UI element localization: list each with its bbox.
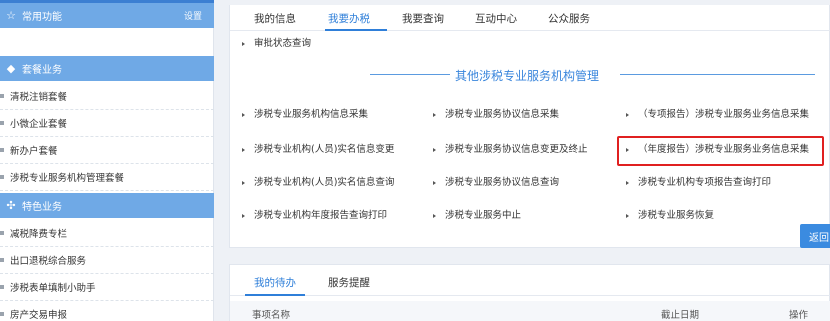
star-outline-icon: ☆ (6, 9, 16, 22)
table-header: 事项名称 截止日期 操作 (230, 301, 830, 321)
sidebar-item-package[interactable]: 新办户套餐 (0, 137, 214, 164)
service-link[interactable]: 涉税专业服务中止 (433, 207, 521, 221)
sidebar-item-package[interactable]: 小微企业套餐 (0, 110, 214, 137)
service-link[interactable]: 涉税专业服务机构信息采集 (242, 106, 368, 120)
section-divider-left (370, 74, 450, 75)
sidebar-item-package[interactable]: 清税注销套餐 (0, 83, 214, 110)
sidebar-item-special[interactable]: 出口退税综合服务 (0, 247, 214, 274)
column-header-deadline: 截止日期 (661, 310, 700, 321)
sidebar-item-special[interactable]: 减税降费专栏 (0, 220, 214, 247)
sidebar-header-title: 特色业务 (22, 202, 62, 213)
service-link[interactable]: 涉税专业机构(人员)实名信息查询 (242, 174, 394, 188)
column-header-action: 操作 (789, 310, 809, 321)
service-link[interactable]: 涉税专业机构(人员)实名信息变更 (242, 141, 394, 155)
bullet-icon (0, 148, 4, 152)
service-link[interactable]: 涉税专业服务协议信息变更及终止 (433, 141, 588, 155)
sidebar-header-special[interactable]: ✣ 特色业务 (0, 193, 214, 218)
sidebar-item-label: 涉税表单填制小助手 (10, 283, 96, 294)
active-tab-indicator (245, 294, 305, 296)
service-link[interactable]: （专项报告）涉税专业服务业务信息采集 (626, 106, 809, 120)
bullet-icon (0, 175, 4, 179)
service-link[interactable]: 涉税专业服务恢复 (626, 207, 714, 221)
sidebar-header-package[interactable]: ◆ 套餐业务 (0, 56, 214, 81)
service-link[interactable]: 涉税专业服务协议信息采集 (433, 106, 559, 120)
tab-my-info[interactable]: 我的信息 (254, 11, 296, 26)
sidebar-header-common[interactable]: ☆ 常用功能 设置 (0, 3, 214, 28)
section-title: 其他涉税专业服务机构管理 (455, 69, 600, 83)
sidebar-item-special[interactable]: 房产交易申报 (0, 301, 214, 321)
bullet-icon (0, 94, 4, 98)
tab-query[interactable]: 我要查询 (402, 11, 444, 26)
tab-interaction[interactable]: 互动中心 (475, 11, 517, 26)
section-divider-right (620, 74, 815, 75)
tab-public-service[interactable]: 公众服务 (548, 11, 590, 26)
sidebar-item-label: 房产交易申报 (10, 310, 68, 321)
service-panel: 我的信息 我要办税 我要查询 互动中心 公众服务 审批状态查询 其他涉税专业服务… (229, 5, 830, 248)
tab-tax-handling[interactable]: 我要办税 (328, 11, 370, 26)
tab-service-reminder[interactable]: 服务提醒 (328, 275, 370, 290)
main-tabs: 我的信息 我要办税 我要查询 互动中心 公众服务 (230, 5, 830, 31)
sidebar: ☆ 常用功能 设置 ◆ 套餐业务 清税注销套餐 小微企业套餐 新办户套餐 涉税专… (0, 0, 214, 321)
bullet-icon (0, 312, 4, 316)
bullet-icon (0, 258, 4, 262)
sidebar-item-label: 涉税专业服务机构管理套餐 (10, 173, 125, 184)
column-header-item: 事项名称 (252, 310, 291, 321)
sidebar-item-label: 小微企业套餐 (10, 119, 68, 130)
sidebar-item-package[interactable]: 涉税专业服务机构管理套餐 (0, 164, 214, 191)
back-button[interactable]: 返回 (800, 224, 830, 248)
todo-panel: 我的待办 服务提醒 事项名称 截止日期 操作 (229, 264, 830, 321)
bullet-icon (0, 231, 4, 235)
bullet-icon (0, 285, 4, 289)
sidebar-item-label: 减税降费专栏 (10, 229, 68, 240)
sidebar-item-label: 清税注销套餐 (10, 92, 68, 103)
sidebar-item-label: 出口退税综合服务 (10, 256, 87, 267)
sidebar-item-special[interactable]: 涉税表单填制小助手 (0, 274, 214, 301)
sidebar-item-label: 新办户套餐 (10, 146, 58, 157)
bullet-icon (0, 121, 4, 125)
service-link[interactable]: 涉税专业机构专项报告查询打印 (626, 174, 771, 188)
highlight-box (617, 136, 824, 166)
service-link[interactable]: 涉税专业服务协议信息查询 (433, 174, 559, 188)
approval-status-link[interactable]: 审批状态查询 (242, 35, 311, 49)
clover-icon: ✣ (6, 199, 16, 212)
todo-tabs: 我的待办 服务提醒 (230, 265, 830, 296)
active-tab-indicator (325, 29, 387, 31)
sidebar-header-title: 套餐业务 (22, 65, 62, 76)
layers-icon: ◆ (6, 62, 16, 75)
sidebar-header-title: 常用功能 (22, 12, 62, 23)
settings-link[interactable]: 设置 (184, 9, 202, 22)
tab-my-todo[interactable]: 我的待办 (254, 275, 296, 290)
service-link[interactable]: 涉税专业机构年度报告查询打印 (242, 207, 387, 221)
